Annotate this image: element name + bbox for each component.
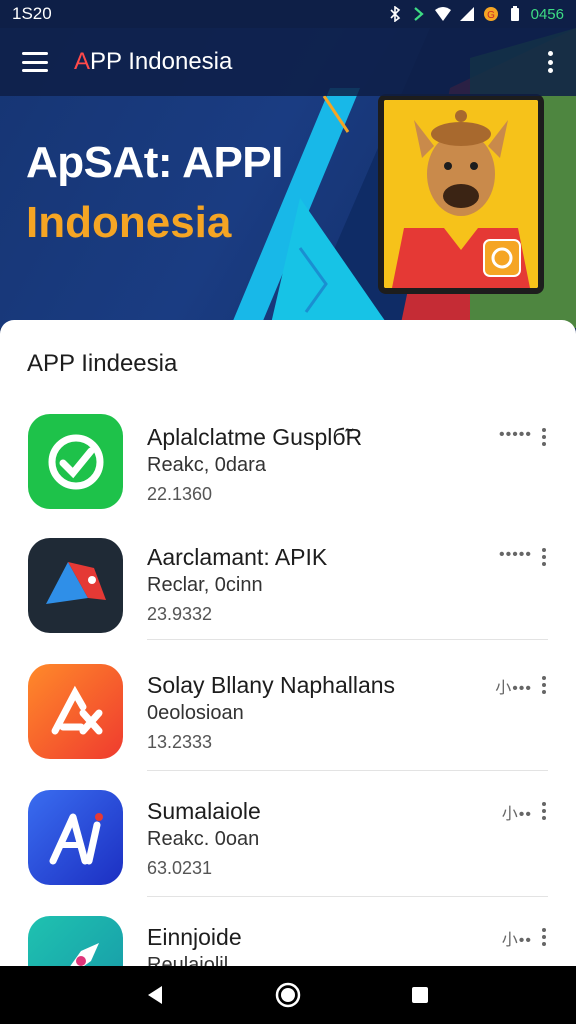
app-name: Einnjoide	[147, 924, 242, 950]
ai-logo-icon[interactable]	[28, 790, 123, 885]
wifi-icon	[434, 7, 451, 21]
app-name: Solay Bllany Naphallans	[147, 672, 396, 698]
app-number: 23.9332	[147, 604, 213, 624]
bluetooth-icon	[390, 6, 400, 22]
section-title: APP Iindeesia	[27, 350, 178, 377]
app-number: 22.1360	[147, 484, 213, 504]
app-number: 13.2333	[147, 732, 213, 752]
home-icon[interactable]	[273, 980, 303, 1010]
app-list-sheet: APP Iindeesia Aplalclatme Gusplб̃R Reakc…	[0, 320, 576, 1011]
app-subtitle: Reakc. 0oan	[147, 828, 260, 850]
app-number: 63.0231	[147, 858, 213, 878]
item-more-icon[interactable]	[540, 928, 548, 946]
screen: 1S20 G 0456 APP Indonesia ApSAt: APPI In…	[0, 0, 576, 1024]
item-more-icon[interactable]	[540, 676, 548, 694]
app-name: Aplalclatme Gusplб̃R	[147, 424, 363, 450]
system-nav-bar	[0, 966, 576, 1024]
app-name: Aarclamant: APIK	[147, 544, 328, 570]
app-subtitle: Reakc, 0dara	[147, 454, 266, 476]
hero-subtitle: Indonesia	[26, 198, 232, 247]
app-bar: APP Indonesia	[0, 28, 576, 96]
app-rating: 小••	[501, 806, 532, 823]
divider	[147, 896, 548, 897]
mascot-card	[378, 94, 544, 294]
app-title-accent: A	[74, 48, 91, 75]
back-icon[interactable]	[141, 980, 171, 1010]
tag-diamond-icon[interactable]	[28, 538, 123, 633]
lx-logo-icon[interactable]	[28, 664, 123, 759]
app-list-item[interactable]: Solay Bllany Naphallans 0eolosioan 13.23…	[0, 664, 576, 790]
app-subtitle: Reclar, 0cinn	[147, 574, 263, 596]
mascot-illustration	[384, 100, 538, 288]
app-name: Sumalaiole	[147, 798, 261, 824]
hero-title: ApSAt: APPI	[26, 138, 283, 187]
menu-icon[interactable]	[22, 52, 48, 72]
status-time: 1S20	[12, 4, 52, 23]
app-title: APP Indonesia	[74, 48, 232, 76]
more-options-icon[interactable]	[546, 51, 554, 73]
notification-icon: G	[483, 7, 498, 21]
app-subtitle: 0eolosioan	[147, 702, 244, 724]
app-list-item[interactable]: Aarclamant: APIK Reclar, 0cinn 23.9332 •…	[0, 538, 576, 664]
battery-icon	[510, 6, 519, 21]
app-rating: 小•••	[495, 680, 532, 697]
status-icons: G 0456	[387, 6, 564, 23]
app-rating: 小••	[501, 932, 532, 949]
recents-icon[interactable]	[405, 980, 435, 1010]
cell-signal-icon	[459, 7, 474, 21]
signal-arrow-icon	[413, 7, 424, 21]
divider	[147, 639, 548, 640]
app-rating: •••••	[498, 546, 532, 563]
green-check-icon[interactable]	[28, 414, 123, 509]
item-more-icon[interactable]	[540, 548, 548, 566]
app-title-rest: PP Indonesia	[90, 48, 233, 75]
app-list-item[interactable]: Aplalclatme Gusplб̃R Reakc, 0dara 22.136…	[0, 414, 576, 540]
app-list-item[interactable]: Sumalaiole Reakc. 0oan 63.0231 小••	[0, 790, 576, 916]
status-bar: 1S20 G 0456	[0, 0, 576, 28]
divider	[147, 770, 548, 771]
svg-text:G: G	[487, 10, 495, 21]
status-right-text: 0456	[530, 5, 564, 23]
item-more-icon[interactable]	[540, 428, 548, 446]
item-more-icon[interactable]	[540, 802, 548, 820]
app-rating: •••••	[498, 426, 532, 443]
